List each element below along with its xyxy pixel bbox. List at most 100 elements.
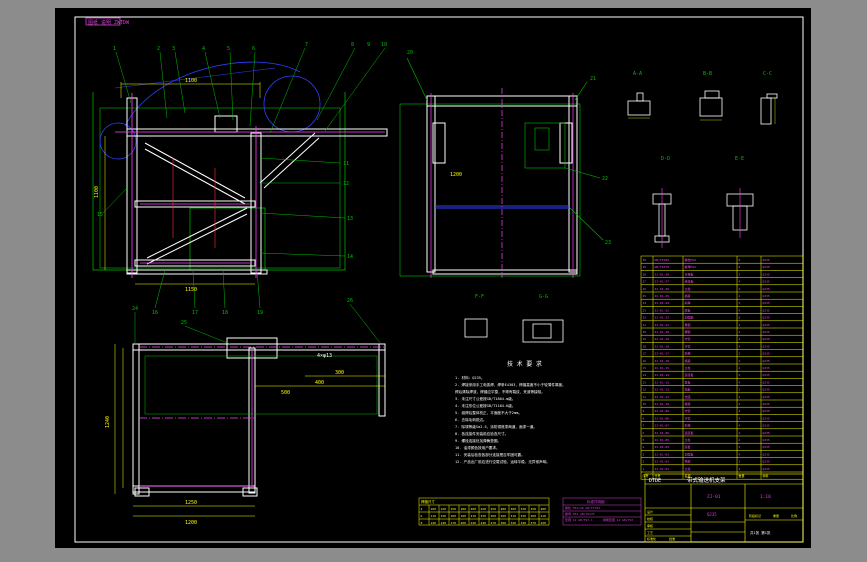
parts-cell: ZJ-01-19 — [655, 337, 670, 341]
note-2: 2. 焊接采用手工电弧焊，焊条E4303，焊缝高度不小于较薄件厚度。 — [455, 382, 566, 387]
parts-cell: ZJ-01-16 — [655, 359, 670, 363]
dim-plan-total: 1200 — [185, 520, 197, 526]
parts-cell: 2 — [739, 272, 741, 276]
drum-circle — [99, 122, 137, 160]
parts-cell: Q235 — [763, 337, 770, 341]
parts-cell: Q235 — [763, 308, 770, 312]
parts-cell: 2 — [739, 388, 741, 392]
parts-cell: 30 — [643, 258, 647, 262]
weld-cell: 280 — [501, 507, 507, 511]
base-plate — [126, 269, 268, 275]
weld-cell: 420 — [541, 521, 547, 525]
motor-outline — [124, 61, 301, 127]
weld-cell: 120 — [431, 521, 437, 525]
balloon-8: 8 — [351, 42, 354, 48]
parts-cell: Q235 — [763, 402, 770, 406]
parts-cell: 螺母M12 — [685, 264, 697, 269]
title-block: DTDE 带式输送机支架 ZJ-01 1:10 Q235 共1张 第1张 设计 … — [644, 473, 804, 543]
parts-cell: 14 — [643, 373, 647, 377]
balloon-22: 22 — [602, 176, 608, 182]
parts-cell: 7 — [643, 424, 645, 428]
parts-cell: 横梁 — [685, 358, 691, 363]
parts-cell: ZJ-01-20 — [655, 330, 670, 334]
weld-cell: 250 — [491, 507, 497, 511]
parts-cell: 8 — [739, 316, 741, 320]
parts-cell: Q235 — [763, 323, 770, 327]
parts-cell: Q235 — [763, 373, 770, 377]
parts-cell: Q235 — [763, 424, 770, 428]
parts-cell: ZJ-01-04 — [655, 445, 670, 449]
dim-plan-height: 1240 — [105, 416, 111, 428]
notes-title: 技 术 要 求 — [507, 360, 542, 368]
tb-cell-standard: 标准化 — [647, 536, 656, 541]
parts-cell: 20 — [643, 330, 647, 334]
parts-cell: ZJ-01-05 — [655, 438, 670, 442]
parts-cell: ZJ-01-14 — [655, 373, 670, 377]
parts-cell: ZJ-01-17 — [655, 352, 670, 356]
parts-cell: 连接板 — [685, 430, 694, 435]
parts-cell: 2 — [739, 301, 741, 305]
parts-cell: 立柱 — [685, 286, 691, 291]
parts-cell: ZJ-01-27 — [655, 280, 670, 284]
dim-holes: 4×φ13 — [317, 353, 332, 359]
balloon-26: 26 — [347, 298, 353, 304]
parts-cell: 21 — [643, 323, 647, 327]
parts-cell: ZJ-01-02 — [655, 460, 670, 464]
weld-table-title: 焊缝尺寸 — [421, 499, 435, 504]
parts-cell: 29 — [643, 265, 647, 269]
front-view: 1100 1100 1150 1 2 3 4 5 6 7 8 9 10 11 1… — [92, 42, 388, 316]
parts-cell: ZJ-01-28 — [655, 272, 670, 276]
parts-cell: Q235 — [763, 265, 770, 269]
note-10: 9. 螺栓连接处加弹簧垫圈。 — [455, 438, 501, 443]
dim-plan-span: 500 — [281, 390, 290, 396]
balloon-20: 20 — [407, 50, 413, 56]
note-7: 6. 去除毛刺锐边。 — [455, 417, 487, 422]
parts-cell: 方管 — [685, 336, 691, 341]
weld-cell: 200 — [461, 521, 467, 525]
parts-cell: 17 — [643, 352, 647, 356]
parts-cell: ZJ-01-15 — [655, 366, 670, 370]
parts-cell: ZJ-01-18 — [655, 344, 670, 348]
parts-cell: 角钢 — [685, 322, 691, 327]
arm-brace — [259, 132, 316, 184]
parts-cell: ZJ-01-21 — [655, 323, 670, 327]
weld-cell: 120 — [441, 507, 447, 511]
parts-cell: ZJ-01-10 — [655, 402, 670, 406]
parts-cell: 2 — [739, 352, 741, 356]
parts-cell: 2 — [739, 460, 741, 464]
tb-cell-approve: 批准 — [669, 536, 675, 541]
weld-cell: 310 — [511, 514, 517, 518]
parts-cell: 4 — [739, 409, 741, 413]
balloon-19: 19 — [257, 310, 263, 316]
parts-cell: Q235 — [763, 452, 770, 456]
tb-scale: 1:10 — [760, 494, 771, 500]
parts-cell: ZJ-01-12 — [655, 388, 670, 392]
note-11: 10. 油漆颜色按用户要求。 — [455, 445, 500, 450]
weld-cell: 320 — [511, 521, 517, 525]
note-6: 5. 组焊后整体校正，平面度不大于2mm。 — [455, 410, 522, 415]
parts-cell: 25 — [643, 294, 647, 298]
parts-cell: Q235 — [763, 416, 770, 420]
dim-height: 1100 — [94, 186, 100, 198]
parts-cell: 方管 — [685, 415, 691, 420]
balloon-14: 14 — [347, 254, 353, 260]
tb-title: 带式输送机支架 — [687, 476, 726, 484]
std-row-1: 螺栓 M12×40 GB/T5782 — [565, 505, 600, 510]
balloon-15: 15 — [97, 212, 103, 218]
parts-cell: 加强筋 — [685, 315, 694, 320]
parts-cell: 24 — [643, 301, 647, 305]
parts-cell: ZJ-01-07 — [655, 424, 670, 428]
section-label-aa: A-A — [633, 71, 642, 77]
pulley-circle — [263, 75, 321, 133]
note-12: 11. 安装后检查各部分连接是否牢固可靠。 — [455, 452, 525, 457]
balloon-9: 9 — [367, 42, 370, 48]
parts-cell: 1 — [643, 467, 645, 471]
standard-parts-table: 标准件明细 螺栓 M12×40 GB/T5782 螺母 M12 GB/T6170… — [562, 497, 642, 526]
parts-cell: Q235 — [763, 280, 770, 284]
balloon-10: 10 — [381, 42, 387, 48]
parts-cell: 4 — [739, 416, 741, 420]
weld-cell: 190 — [461, 514, 467, 518]
parts-cell: 8 — [739, 258, 741, 262]
balloon-23: 23 — [605, 240, 611, 246]
balloon-7: 7 — [305, 42, 308, 48]
